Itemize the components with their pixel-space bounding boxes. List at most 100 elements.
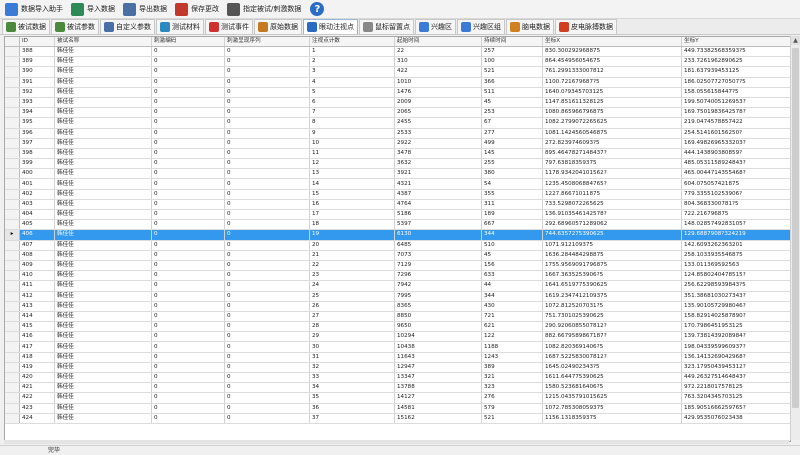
column-header[interactable]: 注视点计数 bbox=[309, 37, 395, 47]
table-cell[interactable]: 30 bbox=[309, 341, 395, 353]
table-cell[interactable]: 277 bbox=[481, 128, 543, 139]
table-cell[interactable]: 韩佳佳 bbox=[54, 413, 152, 424]
table-cell[interactable]: 0 bbox=[224, 403, 310, 414]
tab-event[interactable]: 测试事件 bbox=[205, 19, 253, 34]
table-cell[interactable]: 韩佳佳 bbox=[54, 46, 152, 58]
table-cell[interactable]: 8850 bbox=[394, 311, 482, 323]
table-cell[interactable]: 429.9535076023438 bbox=[681, 413, 790, 424]
table-cell[interactable]: 0 bbox=[151, 229, 225, 241]
table-cell[interactable]: 32 bbox=[309, 362, 395, 374]
table-row[interactable]: 389 韩佳佳 0 0 2 310 100 864.454956054675 233.72619… bbox=[5, 56, 790, 68]
table-cell[interactable]: 韩佳佳 bbox=[54, 341, 152, 353]
table-cell[interactable]: 2 bbox=[309, 56, 395, 68]
table-cell[interactable]: 449.733825683593?5 bbox=[681, 46, 790, 58]
table-cell[interactable]: 24 bbox=[309, 280, 395, 292]
tab-mouse[interactable]: 鼠标留置点 bbox=[359, 19, 414, 34]
table-cell[interactable]: 1156.1318359375 bbox=[542, 413, 682, 424]
row-header[interactable] bbox=[5, 372, 20, 384]
tab-eeg[interactable]: 脑电数据 bbox=[506, 19, 554, 34]
table-cell[interactable]: 972.2218017578125 bbox=[681, 382, 790, 394]
table-cell[interactable]: 0 bbox=[224, 219, 310, 231]
table-cell[interactable]: 0 bbox=[224, 87, 310, 98]
table-cell[interactable]: 1215.0435791015625 bbox=[542, 392, 682, 404]
table-cell[interactable]: 0 bbox=[151, 240, 225, 251]
table-cell[interactable]: 129.6887908?324219 bbox=[681, 229, 790, 241]
table-cell[interactable]: 0 bbox=[224, 362, 310, 374]
table-cell[interactable]: 158.0556158447?5 bbox=[681, 87, 790, 98]
table-cell[interactable]: 406 bbox=[19, 229, 55, 241]
table-cell[interactable]: 186.025077270507?5 bbox=[681, 77, 790, 88]
table-cell[interactable]: 1611.644775390625 bbox=[542, 372, 682, 384]
table-cell[interactable]: 169.7501983642578? bbox=[681, 107, 790, 119]
data-grid[interactable]: ID 被试名称 刺激编码 刺激呈现序列 注视点计数 起始时间 持续时间 坐标X 坐标Y 388 韩… bbox=[4, 36, 791, 442]
row-header[interactable] bbox=[5, 291, 20, 302]
table-cell[interactable]: 733.5298072265625 bbox=[542, 199, 682, 211]
table-cell[interactable]: 405 bbox=[19, 219, 55, 231]
table-cell[interactable]: 2065 bbox=[394, 107, 482, 119]
table-cell[interactable]: 0 bbox=[151, 270, 225, 282]
table-cell[interactable]: 0 bbox=[224, 56, 310, 68]
table-cell[interactable]: 6485 bbox=[394, 240, 482, 251]
row-header[interactable] bbox=[5, 321, 20, 333]
table-cell[interactable]: 0 bbox=[151, 382, 225, 394]
table-cell[interactable]: 170.7986451953125 bbox=[681, 321, 790, 333]
table-cell[interactable]: 411 bbox=[19, 280, 55, 292]
row-header[interactable] bbox=[5, 392, 20, 404]
table-cell[interactable]: 0 bbox=[151, 403, 225, 414]
table-cell[interactable]: 0 bbox=[151, 168, 225, 180]
table-cell[interactable]: 323 bbox=[481, 382, 543, 394]
table-cell[interactable]: 133.011369592563 bbox=[681, 260, 790, 272]
table-cell[interactable]: 韩佳佳 bbox=[54, 199, 152, 211]
table-cell[interactable]: 44 bbox=[481, 280, 543, 292]
row-header[interactable] bbox=[5, 46, 20, 58]
row-header[interactable] bbox=[5, 87, 20, 98]
column-header[interactable]: 被试名称 bbox=[54, 37, 152, 47]
table-cell[interactable]: 389 bbox=[481, 362, 543, 374]
table-cell[interactable]: 韩佳佳 bbox=[54, 158, 152, 170]
table-cell[interactable]: 韩佳佳 bbox=[54, 382, 152, 394]
table-row[interactable]: 400 韩佳佳 0 0 13 3921 380 1178.934204101562? 465.0… bbox=[5, 168, 790, 180]
table-row[interactable]: 418 韩佳佳 0 0 31 11643 1243 1687.522583007812? 136… bbox=[5, 352, 790, 363]
table-row[interactable]: 417 韩佳佳 0 0 30 10438 1188 1082.8203691406?5 198.… bbox=[5, 341, 790, 353]
table-row[interactable]: 414 韩佳佳 0 0 27 8850 721 751.7301025390625 158.82… bbox=[5, 311, 790, 323]
row-header[interactable] bbox=[5, 331, 20, 343]
row-header[interactable] bbox=[5, 128, 20, 139]
table-cell[interactable]: 256.622985939843?5 bbox=[681, 280, 790, 292]
table-cell[interactable]: 882.6679589867187? bbox=[542, 331, 682, 343]
table-cell[interactable]: 604.075057421875 bbox=[681, 178, 790, 190]
table-cell[interactable]: 7129 bbox=[394, 260, 482, 272]
table-cell[interactable]: 韩佳佳 bbox=[54, 240, 152, 251]
table-cell[interactable]: 233.7261962890625 bbox=[681, 56, 790, 68]
table-cell[interactable]: 421 bbox=[19, 382, 55, 394]
table-cell[interactable]: 韩佳佳 bbox=[54, 362, 152, 374]
table-row[interactable]: 396 韩佳佳 0 0 9 2533 277 1081.1424560546875 254.51… bbox=[5, 128, 790, 139]
table-cell[interactable]: 0 bbox=[224, 331, 310, 343]
table-cell[interactable]: 366 bbox=[481, 77, 543, 88]
table-cell[interactable]: 14 bbox=[309, 178, 395, 190]
table-cell[interactable]: 7942 bbox=[394, 280, 482, 292]
table-cell[interactable]: 1243 bbox=[481, 352, 543, 363]
table-row[interactable]: 397 韩佳佳 0 0 10 2922 499 272.8239746093?5 169.498… bbox=[5, 138, 790, 149]
table-cell[interactable]: 1687.522583007812? bbox=[542, 352, 682, 363]
table-cell[interactable]: 779.335510253906? bbox=[681, 189, 790, 200]
table-cell[interactable]: 0 bbox=[151, 128, 225, 139]
table-cell[interactable]: 136.9103546142578? bbox=[542, 209, 682, 221]
table-cell[interactable]: 485.0531158924843? bbox=[681, 158, 790, 170]
table-cell[interactable]: 10 bbox=[309, 138, 395, 149]
table-cell[interactable]: 864.454956054675 bbox=[542, 56, 682, 68]
table-cell[interactable]: 510 bbox=[481, 240, 543, 251]
table-cell[interactable]: 181.637939453125 bbox=[681, 66, 790, 78]
table-row[interactable]: 422 韩佳佳 0 0 35 14127 276 1215.0435791015625 763.… bbox=[5, 392, 790, 404]
table-cell[interactable]: 韩佳佳 bbox=[54, 56, 152, 68]
table-cell[interactable]: 26 bbox=[309, 301, 395, 312]
table-cell[interactable]: 2009 bbox=[394, 97, 482, 109]
table-cell[interactable]: 276 bbox=[481, 392, 543, 404]
table-cell[interactable]: 397 bbox=[19, 138, 55, 149]
table-cell[interactable]: 19 bbox=[309, 229, 395, 241]
table-cell[interactable]: 444.143890380859? bbox=[681, 148, 790, 160]
table-row[interactable]: ▸ 406 韩佳佳 0 0 19 6130 344 744.6357275390625 129.6… bbox=[5, 229, 790, 241]
horizontal-scrollbar[interactable] bbox=[4, 440, 789, 444]
table-cell[interactable]: 0 bbox=[151, 209, 225, 221]
table-row[interactable]: 390 韩佳佳 0 0 3 422 521 761.2991333007812 181.6379… bbox=[5, 66, 790, 78]
table-cell[interactable]: 0 bbox=[224, 158, 310, 170]
